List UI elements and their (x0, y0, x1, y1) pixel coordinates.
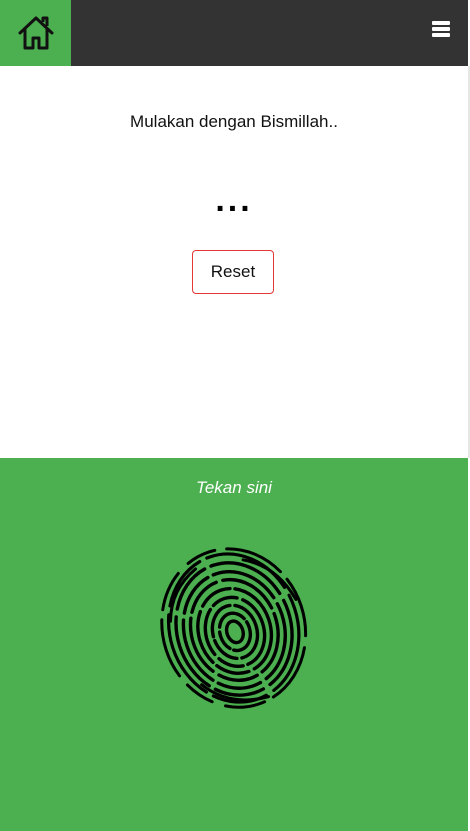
tap-area[interactable]: Tekan sini (0, 458, 468, 831)
hamburger-menu-icon[interactable] (432, 21, 450, 37)
count-display: ... (215, 181, 253, 219)
prompt-text: Mulakan dengan Bismillah.. (130, 112, 338, 131)
reset-button[interactable]: Reset (192, 250, 274, 294)
top-bar (0, 0, 468, 66)
fingerprint-icon[interactable] (146, 542, 322, 716)
home-button[interactable] (0, 0, 71, 66)
counter-panel: Mulakan dengan Bismillah.. ... Reset (0, 66, 468, 458)
home-icon (18, 16, 53, 50)
tap-label: Tekan sini (196, 478, 272, 497)
